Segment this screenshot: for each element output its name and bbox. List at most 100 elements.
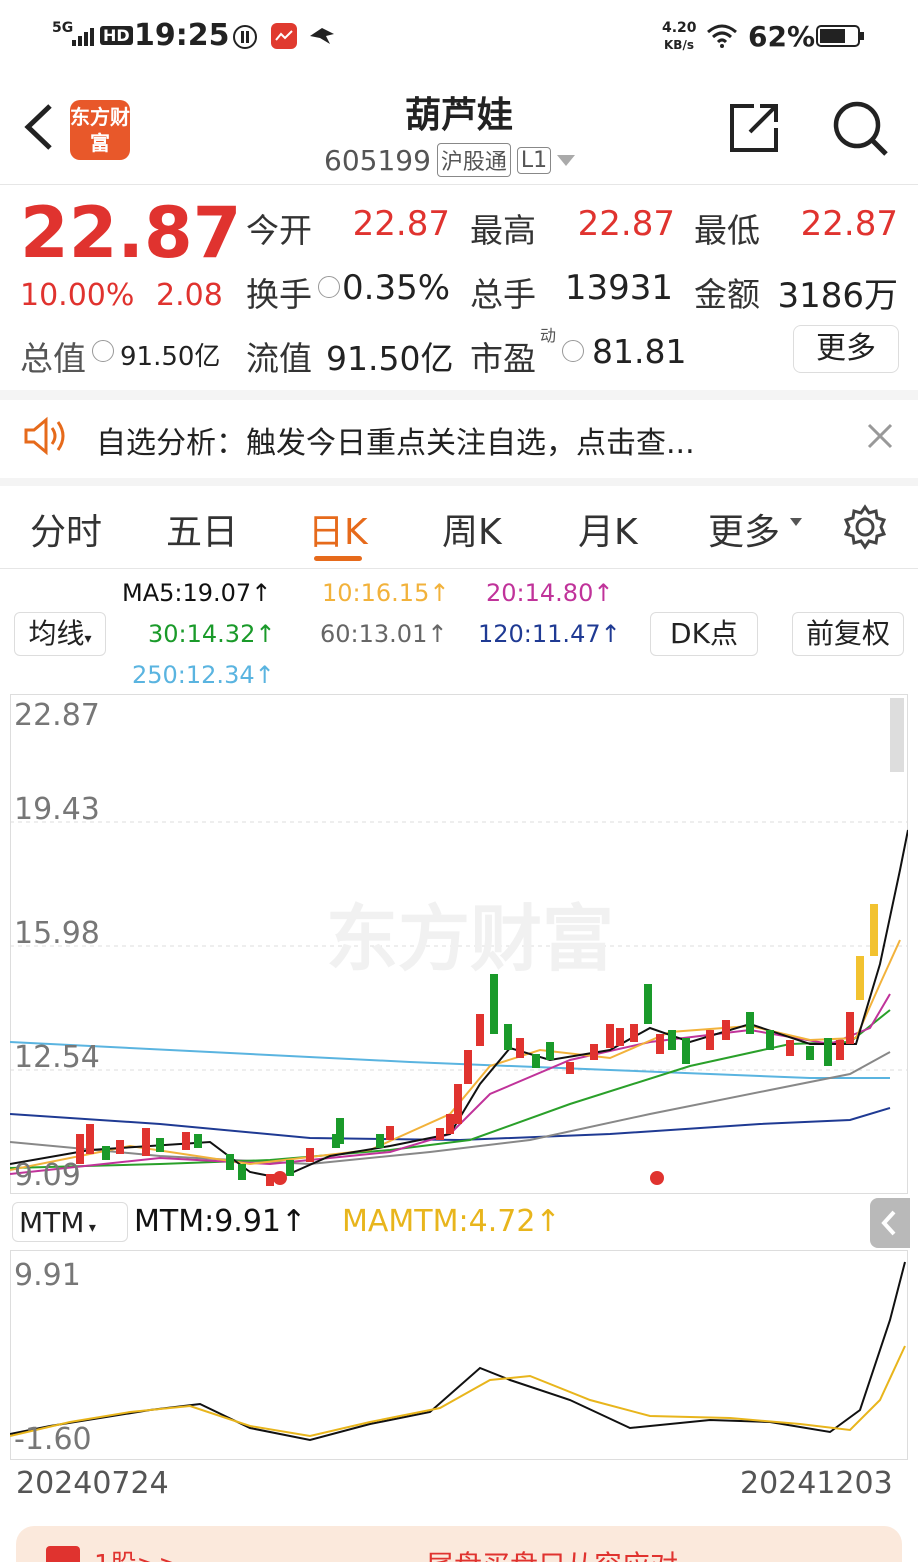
candlestick [266,1174,274,1186]
candlestick [436,1128,444,1140]
net-speed-unit: KB/s [664,38,694,52]
candlestick [870,904,878,956]
chart-watermark: 东方财富 [326,897,614,981]
indicator-selector[interactable]: MTM ▾ [12,1202,128,1242]
caret-down-icon [790,518,802,526]
notice-text: 自选分析：触发今日重点关注自选，点击查... [96,426,695,461]
stock-code: 605199 [324,143,431,177]
megaphone-icon [46,1546,80,1562]
candlestick [476,1014,484,1046]
mamtm-value: MAMTM:4.72↑ [342,1204,561,1239]
candlestick [786,1040,794,1056]
adjust-label: 前复权 [805,617,890,650]
close-icon[interactable] [866,422,894,454]
adjust-button[interactable]: 前复权 [792,612,904,656]
kline-svg: 东方财富 [10,694,908,1194]
caret-down-icon: ▾ [84,1220,96,1236]
mktcap-label: 总值 [20,339,86,378]
axis-price-bottom: 9.09 [14,1158,81,1193]
candlestick [86,1124,94,1154]
banner-text-right: 尾盘买盘只从容应对 [426,1544,678,1562]
indicator-selector-label: MTM [19,1206,85,1239]
float-label: 流值 [246,339,312,378]
candlestick [504,1024,512,1050]
gear-icon[interactable] [842,504,888,559]
tab-intraday[interactable]: 分时 [30,503,102,555]
axis-price-4: 12.54 [14,1040,100,1075]
candlestick [194,1134,202,1148]
search-button[interactable] [830,98,890,158]
change-amount: 2.08 [156,278,223,313]
collapse-panel-button[interactable] [870,1198,910,1248]
candlestick [336,1118,344,1144]
pe-value: 81.81 [592,332,687,371]
candlestick [546,1042,554,1060]
speaker-icon [22,416,70,460]
stock-code-row[interactable]: 605199 沪股通 L1 [324,142,576,178]
mtm-chart[interactable]: 9.91 -1.60 [10,1250,908,1460]
candlestick [616,1028,624,1046]
ma-selector[interactable]: 均线▾ [14,612,106,656]
float-value: 91.50亿 [326,339,454,378]
ma250-label: 250:12.34↑ [132,661,275,689]
pe-superscript: 动 [540,326,557,345]
ma120-label: 120:11.47↑ [478,620,621,648]
ma60-label: 60:13.01↑ [320,620,448,648]
open-value: 22.87 [352,204,450,244]
signal-icon [72,28,96,50]
candlestick [490,974,498,1034]
dk-marker [650,1171,664,1185]
candlestick [590,1044,598,1060]
market-tag: 沪股通 [436,143,511,177]
share-button[interactable] [728,100,782,154]
info-icon[interactable] [318,276,340,298]
date-start: 20240724 [16,1466,169,1501]
more-quote-button[interactable]: 更多 [793,325,899,373]
candlestick [182,1132,190,1150]
level-tag: L1 [516,146,552,174]
last-price: 22.87 [20,192,242,274]
ma20-label: 20:14.80↑ [486,579,614,607]
candlestick [376,1134,384,1148]
axis-price-3: 15.98 [14,916,100,951]
tab-more[interactable]: 更多 [708,503,780,555]
date-end: 20241203 [740,1466,893,1501]
tab-weekly-k[interactable]: 周K [442,503,502,555]
scroll-handle [890,698,904,772]
info-icon[interactable] [562,340,584,362]
net-speed-value: 4.20 [662,20,697,36]
candlestick [824,1038,832,1066]
amount-value: 3186万 [777,276,898,316]
kline-chart[interactable]: 东方财富 22.87 19.43 15.98 12.54 9.09 [10,694,908,1194]
candlestick [516,1038,524,1058]
battery-percent: 62% [748,20,816,53]
candlestick [656,1034,664,1054]
axis-price-2: 19.43 [14,792,100,827]
dk-point-button[interactable]: DK点 [650,612,758,656]
candlestick [806,1046,814,1060]
dk-marker [273,1171,287,1185]
high-label: 最高 [470,211,536,250]
tab-active-indicator [314,556,362,561]
candlestick [836,1040,844,1060]
candlestick [668,1030,676,1050]
tab-monthly-k[interactable]: 月K [578,503,638,555]
notice-bar[interactable]: 自选分析：触发今日重点关注自选，点击查... [0,400,918,474]
tab-daily-k[interactable]: 日K [308,503,368,555]
candlestick [306,1148,314,1162]
info-icon[interactable] [92,340,114,362]
tab-five-day[interactable]: 五日 [166,503,238,555]
candlestick [746,1012,754,1034]
candlestick [846,1012,854,1044]
candlestick [766,1030,774,1050]
candlestick [856,956,864,1000]
mtm-value: MTM:9.91↑ [134,1204,307,1239]
candlestick [226,1154,234,1170]
candlestick [606,1024,614,1048]
caret-down-icon [557,154,576,166]
search-icon [833,101,888,156]
candlestick [464,1050,472,1084]
open-label: 今开 [246,211,312,250]
bottom-banner[interactable]: 1股>> 尾盘买盘只从容应对 [16,1526,902,1562]
low-value: 22.87 [800,204,898,244]
